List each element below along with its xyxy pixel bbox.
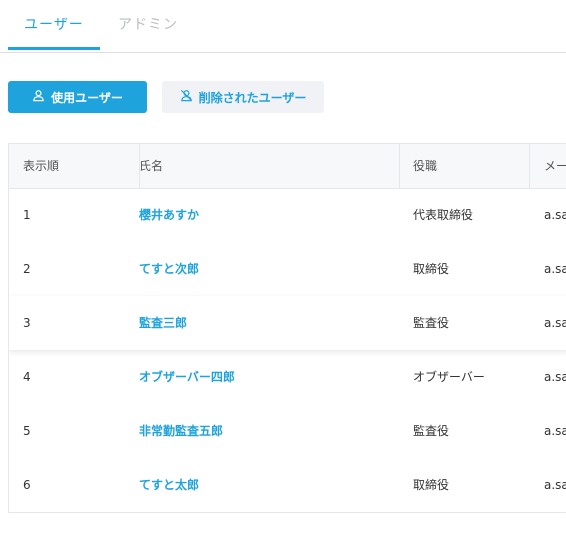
user-name-link[interactable]: 櫻井あすか xyxy=(139,188,199,242)
user-name-link[interactable]: オブザーバー四郎 xyxy=(139,350,235,404)
row-order: 2 xyxy=(23,262,31,276)
tab-users[interactable]: ユーザー xyxy=(24,14,84,34)
row-role: 監査役 xyxy=(413,424,450,438)
row-order: 3 xyxy=(23,316,31,330)
row-email: a.sa xyxy=(544,424,566,438)
column-divider xyxy=(399,144,400,188)
deleted-users-button[interactable]: 削除されたユーザー xyxy=(162,81,324,113)
table-row[interactable]: 1 櫻井あすか 代表取締役 a.sa xyxy=(9,188,566,242)
row-order: 5 xyxy=(23,424,31,438)
user-name-link[interactable]: 監査三郎 xyxy=(139,296,187,350)
row-role: 取締役 xyxy=(413,262,450,276)
row-email: a.sa xyxy=(544,262,566,276)
header-role[interactable]: 役職 xyxy=(413,144,437,188)
tab-bar: ユーザー アドミン xyxy=(0,0,566,53)
row-role: 監査役 xyxy=(413,316,450,330)
row-role: オブザーバー xyxy=(413,370,485,384)
table-row[interactable]: 3 監査三郎 監査役 a.sa xyxy=(9,296,566,350)
user-icon xyxy=(32,89,45,105)
user-name-link[interactable]: 非常勤監査五郎 xyxy=(139,404,223,458)
header-email[interactable]: メー xyxy=(544,144,566,188)
table-row[interactable]: 2 てすと次郎 取締役 a.sa xyxy=(9,242,566,296)
deleted-users-label: 削除されたユーザー xyxy=(198,90,307,105)
row-order: 1 xyxy=(23,208,31,222)
table-row[interactable]: 4 オブザーバー四郎 オブザーバー a.sa xyxy=(9,350,566,404)
active-users-button[interactable]: 使用ユーザー xyxy=(8,81,147,113)
row-role: 代表取締役 xyxy=(413,208,474,222)
active-tab-indicator xyxy=(8,47,100,50)
user-name-link[interactable]: てすと次郎 xyxy=(139,242,199,296)
header-order[interactable]: 表示順 xyxy=(23,144,59,188)
column-divider xyxy=(529,144,530,188)
row-email: a.sa xyxy=(544,370,566,384)
user-name-link[interactable]: てすと太郎 xyxy=(139,458,199,512)
row-order: 6 xyxy=(23,478,31,492)
row-order: 4 xyxy=(23,370,31,384)
row-email: a.sa xyxy=(544,478,566,492)
user-slash-icon xyxy=(180,89,193,105)
table-header: 表示順 氏名 役職 メー xyxy=(9,144,566,189)
header-name[interactable]: 氏名 xyxy=(139,144,163,188)
table-row[interactable]: 6 てすと太郎 取締役 a.sa xyxy=(9,458,566,512)
users-table: 表示順 氏名 役職 メー 1 櫻井あすか 代表取締役 a.sa 2 てすと次郎 … xyxy=(8,143,566,513)
row-email: a.sa xyxy=(544,316,566,330)
row-email: a.sa xyxy=(544,208,566,222)
table-row[interactable]: 5 非常勤監査五郎 監査役 a.sa xyxy=(9,404,566,458)
row-role: 取締役 xyxy=(413,478,450,492)
tab-admin[interactable]: アドミン xyxy=(118,14,178,34)
active-users-label: 使用ユーザー xyxy=(51,90,123,105)
